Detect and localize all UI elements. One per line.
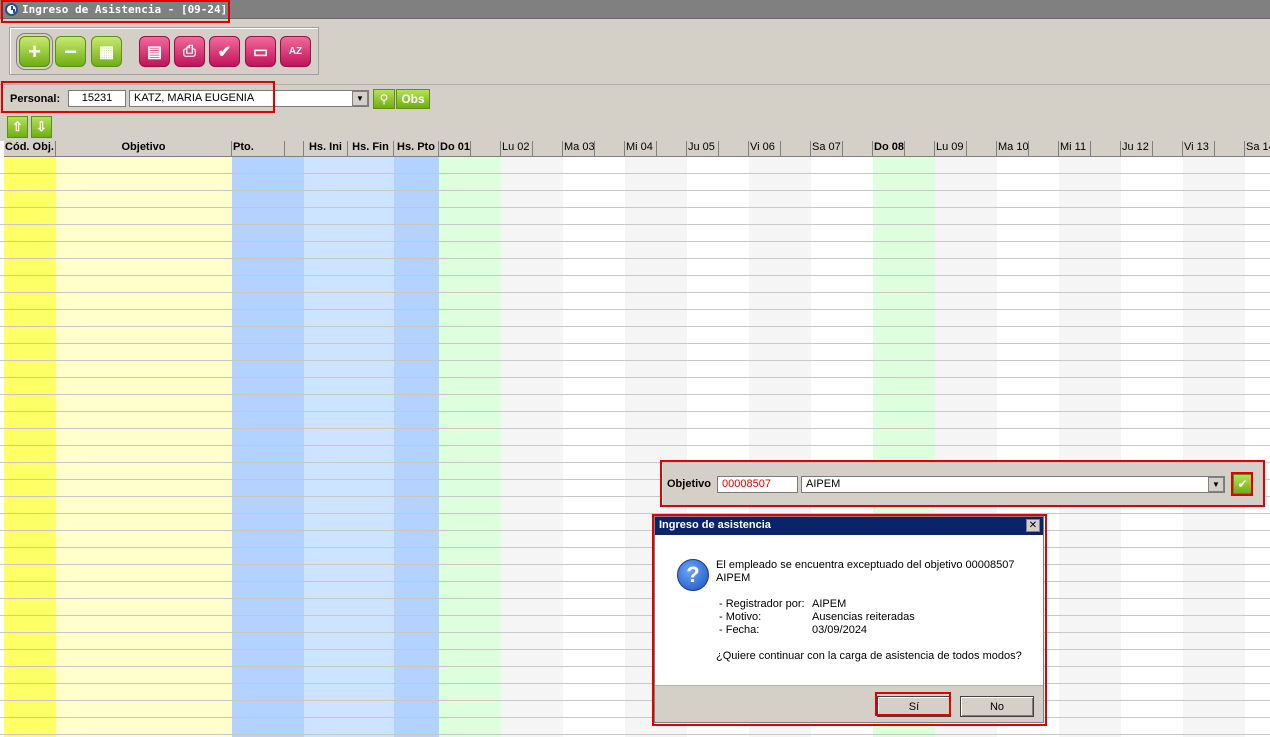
personal-name-select[interactable]: KATZ, MARIA EUGENIA <box>129 90 369 107</box>
header-day[interactable]: Lu 09 <box>935 141 967 157</box>
header-hs-fin[interactable]: Hs. Fin <box>348 141 394 157</box>
header-objetivo[interactable]: Objetivo <box>56 141 232 157</box>
printer-icon: ⎙ <box>183 42 196 60</box>
dialog-message-line2: AIPEM <box>716 572 751 584</box>
header-day-pad <box>905 141 935 157</box>
calculator-icon: ▦ <box>98 43 115 61</box>
dialog-message-line1: El empleado se encuentra exceptuado del … <box>716 559 1015 571</box>
objetivo-label: Objetivo <box>667 478 712 490</box>
header-pto[interactable]: Pto. <box>232 141 285 157</box>
detail-value: 03/09/2024 <box>812 624 868 636</box>
search-button[interactable]: ⚲ <box>373 89 395 109</box>
question-icon: ? <box>677 559 709 591</box>
obs-button[interactable]: Obs <box>396 89 430 109</box>
dialog-question: ¿Quiere continuar con la carga de asiste… <box>716 650 1022 662</box>
add-button[interactable]: + <box>19 36 50 67</box>
clipboard-button[interactable]: ▤ <box>139 36 170 67</box>
header-day[interactable]: Lu 02 <box>501 141 533 157</box>
title-bar: Ingreso de Asistencia - [09-24] <box>0 0 1270 19</box>
dialog-footer: Sí No <box>655 685 1043 722</box>
check-button[interactable]: ✔ <box>209 36 240 67</box>
grid-rows[interactable] <box>0 157 1270 737</box>
header-day[interactable]: Mi 11 <box>1059 141 1091 157</box>
header-day-pad <box>595 141 625 157</box>
header-hs-pto[interactable]: Hs. Pto <box>394 141 439 157</box>
header-day-pad <box>471 141 501 157</box>
objetivo-code-input[interactable]: 00008507 <box>717 476 798 493</box>
header-day[interactable]: Ju 12 <box>1121 141 1153 157</box>
personal-code-input[interactable]: 15231 <box>68 90 126 107</box>
header-blank <box>285 141 304 157</box>
arrow-down-icon: ⇩ <box>36 119 47 134</box>
header-day-pad <box>781 141 811 157</box>
header-day[interactable]: Do 08 <box>873 141 905 157</box>
header-day-pad <box>1091 141 1121 157</box>
check-icon: ✔ <box>217 43 232 61</box>
dialog-title: Ingreso de asistencia <box>655 517 1043 535</box>
header-day[interactable]: Sa 14 <box>1245 141 1270 157</box>
check-icon: ✔ <box>1237 477 1248 491</box>
attendance-grid: Cód. Obj. Objetivo Pto. Hs. Ini Hs. Fin … <box>0 141 1270 737</box>
move-up-button[interactable]: ⇧ <box>7 116 28 138</box>
personal-label: Personal: <box>10 93 61 105</box>
header-cod-obj[interactable]: Cód. Obj. <box>4 141 56 157</box>
header-day-pad <box>967 141 997 157</box>
header-day-pad <box>1153 141 1183 157</box>
detail-label: - Fecha: <box>719 624 760 636</box>
no-button[interactable]: No <box>960 696 1034 717</box>
window-title: Ingreso de Asistencia - [09-24] <box>22 3 228 16</box>
sort-button[interactable]: AZ <box>280 36 311 67</box>
clipboard-icon: ▤ <box>146 43 163 61</box>
confirm-objetivo-button[interactable]: ✔ <box>1233 474 1252 494</box>
header-day-pad <box>533 141 563 157</box>
detail-label: - Registrador por: <box>719 598 805 610</box>
remove-button[interactable]: − <box>55 36 86 67</box>
minus-icon: − <box>64 38 77 64</box>
detail-value: Ausencias reiteradas <box>812 611 915 623</box>
objetivo-panel: Objetivo 00008507 AIPEM ▼ ✔ <box>663 463 1263 505</box>
header-day[interactable]: Mi 04 <box>625 141 657 157</box>
header-day-pad <box>1029 141 1059 157</box>
header-day[interactable]: Ma 03 <box>563 141 595 157</box>
tv-icon: ▭ <box>252 43 269 61</box>
display-button[interactable]: ▭ <box>245 36 276 67</box>
close-icon[interactable]: ✕ <box>1026 519 1040 532</box>
plus-icon: + <box>28 38 41 64</box>
magnifier-icon: ⚲ <box>379 92 389 106</box>
confirm-dialog: Ingreso de asistencia ✕ ? El empleado se… <box>654 516 1044 723</box>
objetivo-name-select[interactable]: AIPEM <box>801 476 1225 493</box>
detail-label: - Motivo: <box>719 611 762 623</box>
header-day[interactable]: Do 01 <box>439 141 471 157</box>
header-day-pad <box>657 141 687 157</box>
header-day-pad <box>1215 141 1245 157</box>
toolbar: + − ▦ ▤ ⎙ ✔ ▭ AZ <box>9 27 319 75</box>
calculator-button[interactable]: ▦ <box>91 36 122 67</box>
header-day-pad <box>719 141 749 157</box>
print-button[interactable]: ⎙ <box>174 36 205 67</box>
header-day[interactable]: Ma 10 <box>997 141 1029 157</box>
clock-icon <box>5 3 18 16</box>
arrow-up-icon: ⇧ <box>12 119 23 134</box>
header-day[interactable]: Vi 13 <box>1183 141 1215 157</box>
detail-value: AIPEM <box>812 598 847 610</box>
chevron-down-icon[interactable]: ▼ <box>352 91 368 106</box>
sort-az-icon: AZ <box>288 46 303 57</box>
header-day[interactable]: Ju 05 <box>687 141 719 157</box>
header-hs-ini[interactable]: Hs. Ini <box>304 141 348 157</box>
yes-button[interactable]: Sí <box>877 696 951 717</box>
header-day-pad <box>843 141 873 157</box>
header-day[interactable]: Sa 07 <box>811 141 843 157</box>
move-down-button[interactable]: ⇩ <box>31 116 52 138</box>
chevron-down-icon[interactable]: ▼ <box>1208 477 1224 492</box>
header-day[interactable]: Vi 06 <box>749 141 781 157</box>
